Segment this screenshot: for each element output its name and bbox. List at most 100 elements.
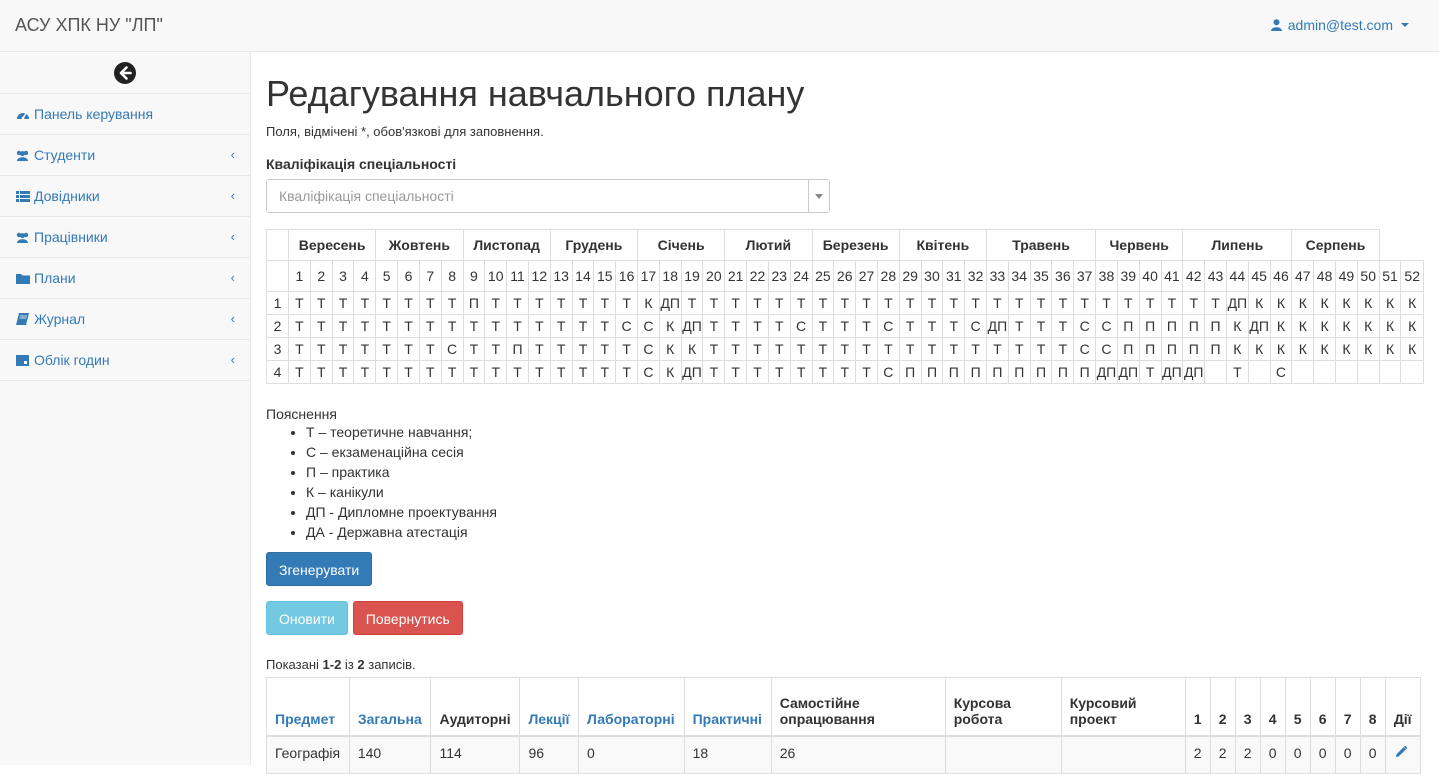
- schedule-cell[interactable]: С: [637, 337, 660, 361]
- schedule-cell[interactable]: Т: [920, 337, 944, 361]
- sidebar-item-3[interactable]: Працівники ‹: [0, 217, 250, 258]
- schedule-cell[interactable]: П: [1051, 360, 1075, 384]
- column-header[interactable]: Предмет: [266, 677, 350, 737]
- schedule-cell[interactable]: Т: [309, 291, 333, 315]
- schedule-cell[interactable]: К: [1269, 337, 1293, 361]
- schedule-cell[interactable]: К: [1225, 337, 1249, 361]
- schedule-cell[interactable]: Т: [1160, 291, 1184, 315]
- schedule-cell[interactable]: К: [1335, 337, 1358, 361]
- sidebar-item-5[interactable]: Журнал ‹: [0, 299, 250, 340]
- schedule-cell[interactable]: [1291, 360, 1315, 384]
- schedule-cell[interactable]: Т: [746, 360, 769, 384]
- schedule-cell[interactable]: С: [1073, 314, 1097, 338]
- schedule-cell[interactable]: К: [1400, 314, 1424, 338]
- schedule-cell[interactable]: Т: [724, 360, 748, 384]
- sidebar-item-4[interactable]: Плани ‹: [0, 258, 250, 299]
- schedule-cell[interactable]: Т: [288, 360, 311, 384]
- schedule-cell[interactable]: П: [964, 360, 987, 384]
- schedule-cell[interactable]: Т: [615, 291, 638, 315]
- schedule-cell[interactable]: Т: [1051, 314, 1075, 338]
- schedule-cell[interactable]: Т: [811, 360, 835, 384]
- schedule-cell[interactable]: Т: [549, 360, 573, 384]
- schedule-cell[interactable]: Т: [309, 314, 333, 338]
- schedule-cell[interactable]: П: [1138, 337, 1162, 361]
- schedule-cell[interactable]: Т: [767, 291, 791, 315]
- schedule-cell[interactable]: Т: [484, 291, 508, 315]
- schedule-cell[interactable]: К: [658, 337, 682, 361]
- schedule-cell[interactable]: Т: [1116, 291, 1140, 315]
- schedule-cell[interactable]: Т: [855, 291, 878, 315]
- schedule-cell[interactable]: Т: [397, 314, 420, 338]
- schedule-cell[interactable]: Т: [855, 360, 878, 384]
- schedule-cell[interactable]: К: [1247, 291, 1271, 315]
- schedule-cell[interactable]: К: [1356, 337, 1380, 361]
- schedule-cell[interactable]: Т: [331, 337, 355, 361]
- schedule-cell[interactable]: П: [1182, 314, 1206, 338]
- schedule-cell[interactable]: Т: [397, 337, 420, 361]
- schedule-cell[interactable]: Т: [462, 337, 486, 361]
- schedule-cell[interactable]: Т: [746, 337, 769, 361]
- schedule-cell[interactable]: П: [1160, 337, 1184, 361]
- schedule-cell[interactable]: Т: [527, 337, 551, 361]
- schedule-cell[interactable]: Т: [527, 291, 551, 315]
- schedule-cell[interactable]: Т: [484, 360, 508, 384]
- schedule-cell[interactable]: Т: [1007, 337, 1031, 361]
- schedule-cell[interactable]: П: [986, 360, 1009, 384]
- schedule-cell[interactable]: П: [1116, 337, 1140, 361]
- schedule-cell[interactable]: П: [506, 337, 529, 361]
- schedule-cell[interactable]: [1247, 360, 1271, 384]
- schedule-cell[interactable]: К: [1356, 314, 1380, 338]
- schedule-cell[interactable]: К: [1313, 291, 1336, 315]
- sort-link[interactable]: Предмет: [275, 711, 335, 727]
- schedule-cell[interactable]: [1335, 360, 1358, 384]
- schedule-cell[interactable]: Т: [702, 360, 726, 384]
- schedule-cell[interactable]: Т: [484, 314, 508, 338]
- schedule-cell[interactable]: Т: [549, 314, 573, 338]
- schedule-cell[interactable]: Т: [746, 291, 769, 315]
- schedule-cell[interactable]: С: [1269, 360, 1293, 384]
- app-brand[interactable]: АСУ ХПК НУ "ЛП": [15, 15, 163, 36]
- schedule-cell[interactable]: Т: [353, 291, 377, 315]
- schedule-cell[interactable]: Т: [527, 314, 551, 338]
- schedule-cell[interactable]: Т: [898, 291, 922, 315]
- schedule-cell[interactable]: Т: [375, 291, 399, 315]
- schedule-cell[interactable]: Т: [571, 314, 595, 338]
- schedule-cell[interactable]: Т: [855, 314, 878, 338]
- schedule-cell[interactable]: Т: [833, 360, 857, 384]
- schedule-cell[interactable]: П: [1007, 360, 1031, 384]
- schedule-cell[interactable]: Т: [964, 337, 987, 361]
- schedule-cell[interactable]: Т: [353, 337, 377, 361]
- schedule-cell[interactable]: Т: [549, 337, 573, 361]
- schedule-cell[interactable]: Т: [506, 291, 529, 315]
- schedule-cell[interactable]: Т: [986, 337, 1009, 361]
- schedule-cell[interactable]: Т: [288, 337, 311, 361]
- schedule-cell[interactable]: Т: [484, 337, 508, 361]
- sidebar-item-2[interactable]: Довідники ‹: [0, 176, 250, 217]
- sort-link[interactable]: Лекції: [528, 711, 569, 727]
- schedule-cell[interactable]: П: [1029, 360, 1053, 384]
- schedule-cell[interactable]: К: [1313, 314, 1336, 338]
- schedule-cell[interactable]: Т: [898, 337, 922, 361]
- schedule-cell[interactable]: Т: [593, 314, 617, 338]
- schedule-cell[interactable]: Т: [440, 291, 464, 315]
- schedule-cell[interactable]: ДП: [1182, 360, 1206, 384]
- schedule-cell[interactable]: К: [1269, 291, 1293, 315]
- select-arrow[interactable]: [808, 180, 829, 212]
- schedule-cell[interactable]: Т: [789, 291, 813, 315]
- schedule-cell[interactable]: Т: [571, 291, 595, 315]
- schedule-cell[interactable]: Т: [964, 291, 987, 315]
- schedule-cell[interactable]: Т: [702, 291, 726, 315]
- schedule-cell[interactable]: Т: [876, 337, 900, 361]
- schedule-cell[interactable]: П: [898, 360, 922, 384]
- sort-link[interactable]: Загальна: [358, 711, 422, 727]
- schedule-cell[interactable]: П: [1073, 360, 1097, 384]
- schedule-cell[interactable]: С: [615, 314, 638, 338]
- schedule-cell[interactable]: Т: [462, 314, 486, 338]
- schedule-cell[interactable]: П: [920, 360, 944, 384]
- qualification-select[interactable]: Кваліфікація спеціальності: [266, 179, 830, 213]
- schedule-cell[interactable]: Т: [288, 291, 311, 315]
- schedule-cell[interactable]: Т: [811, 314, 835, 338]
- schedule-cell[interactable]: К: [658, 360, 682, 384]
- sidebar-item-0[interactable]: Панель керування: [0, 94, 250, 135]
- schedule-cell[interactable]: Т: [1095, 291, 1118, 315]
